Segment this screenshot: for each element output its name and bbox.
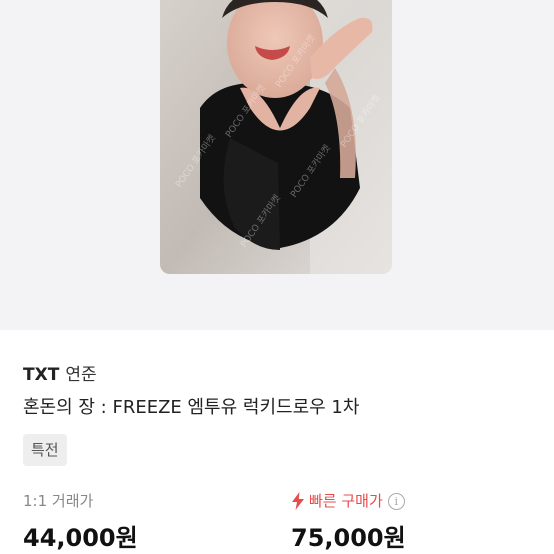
info-circle-icon[interactable]: i xyxy=(387,492,405,510)
fast-buy-price-header: 빠른 구매가 i xyxy=(291,490,406,512)
member-name[interactable]: 연준 xyxy=(65,365,96,385)
fast-buy-price-label: 빠른 구매가 xyxy=(309,492,383,510)
fast-buy-price-section: 빠른 구매가 i 75,000원 xyxy=(291,490,406,553)
lightning-bolt-icon xyxy=(291,492,305,510)
product-detail-screen: POCO 포카마켓 POCO 포카마켓 POCO 포카마켓 POCO 포카마켓 … xyxy=(0,0,554,554)
product-title: 혼돈의 장 : FREEZE 엠투유 럭키드로우 1차 xyxy=(23,397,360,418)
fast-buy-price-value: 75,000원 xyxy=(291,524,406,552)
benefit-tag: 특전 xyxy=(23,434,67,466)
trade-price-value: 44,000원 xyxy=(23,524,138,552)
artist-line: TXT 연준 xyxy=(23,360,97,385)
trade-price-label: 1:1 거래가 xyxy=(23,492,94,510)
photocard-image[interactable]: POCO 포카마켓 POCO 포카마켓 POCO 포카마켓 POCO 포카마켓 … xyxy=(160,0,392,274)
artist-name[interactable]: TXT xyxy=(23,365,59,385)
trade-price-section: 1:1 거래가 44,000원 xyxy=(23,490,138,553)
product-info-panel: TXT 연준 혼돈의 장 : FREEZE 엠투유 럭키드로우 1차 특전 1:1… xyxy=(0,330,554,554)
product-image-area: POCO 포카마켓 POCO 포카마켓 POCO 포카마켓 POCO 포카마켓 … xyxy=(0,0,554,330)
